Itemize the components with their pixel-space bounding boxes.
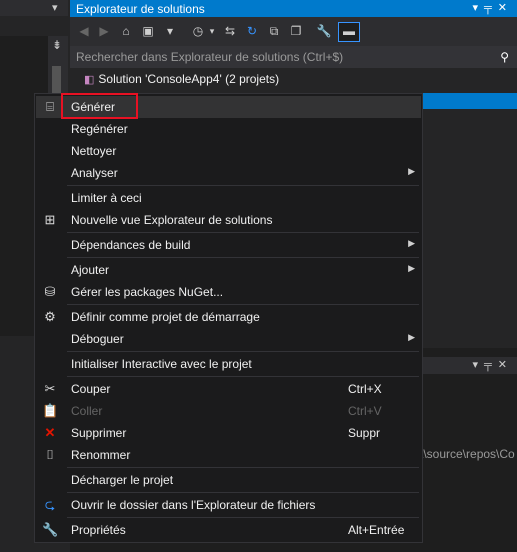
menu-item-shortcut: Ctrl+V [348, 404, 382, 418]
solution-label: Solution 'ConsoleApp4' (2 projets) [98, 72, 280, 86]
solution-explorer-title: Explorateur de solutions [76, 2, 205, 16]
dropdown-arrow-icon[interactable]: ▾ [162, 23, 178, 39]
rename-icon: ⌷ [46, 447, 54, 462]
close-icon[interactable]: ✕ [498, 2, 513, 14]
menu-item-shortcut: Alt+Entrée [348, 523, 405, 537]
menu-separator [67, 257, 419, 258]
solution-explorer-titlebar: Explorateur de solutions ▾╤✕ [70, 0, 517, 17]
menu-separator [67, 517, 419, 518]
menu-item-label: Regénérer [71, 122, 128, 136]
solution-node[interactable]: ◧ Solution 'ConsoleApp4' (2 projets) [84, 72, 279, 86]
menu-item-label: Renommer [71, 448, 131, 462]
wrench-icon: 🔧 [42, 522, 59, 537]
search-icon[interactable]: ⚲ [500, 50, 509, 64]
submenu-arrow-icon: ▶ [408, 166, 415, 176]
menu-item-nuget[interactable]: ⛁ Gérer les packages NuGet... [36, 281, 421, 303]
menu-item-coller: 📋 Coller Ctrl+V [36, 400, 421, 422]
menu-item-nettoyer[interactable]: Nettoyer [36, 140, 421, 162]
menu-item-label: Dépendances de build [71, 238, 191, 252]
collapse-all-icon[interactable]: ⧉ [266, 23, 282, 39]
menu-item-interactive[interactable]: Initialiser Interactive avec le projet [36, 353, 421, 375]
paste-icon: 📋 [42, 403, 59, 418]
submenu-arrow-icon: ▶ [408, 332, 415, 342]
menu-item-label: Propriétés [71, 523, 126, 537]
menu-item-label: Initialiser Interactive avec le projet [71, 357, 252, 371]
menu-item-shortcut: Ctrl+X [348, 382, 382, 396]
nuget-icon: ⛁ [44, 284, 56, 299]
menu-item-label: Coller [71, 404, 103, 418]
menu-item-label: Gérer les packages NuGet... [71, 285, 224, 299]
menu-item-label: Nettoyer [71, 144, 117, 158]
split-icon[interactable]: ⇟ [52, 38, 62, 52]
menu-item-decharger[interactable]: Décharger le projet [36, 469, 421, 491]
delete-icon: ✕ [44, 425, 56, 440]
menu-item-nouvelle-vue[interactable]: ⊞ Nouvelle vue Explorateur de solutions [36, 209, 421, 231]
show-all-files-icon[interactable]: ❐ [288, 23, 304, 39]
menu-item-renommer[interactable]: ⌷ Renommer [36, 444, 421, 466]
menu-item-projet-demarrage[interactable]: ⚙ Définir comme projet de démarrage [36, 306, 421, 328]
menu-item-ajouter[interactable]: Ajouter ▶ [36, 259, 421, 281]
menu-item-deboguer[interactable]: Déboguer ▶ [36, 328, 421, 350]
properties-icon[interactable]: 🔧 [316, 23, 332, 39]
switch-views-icon[interactable]: ▣ [140, 23, 156, 39]
dropdown-arrow-icon[interactable]: ▾ [204, 23, 220, 39]
menu-item-label: Limiter à ceci [71, 191, 142, 205]
context-menu: ⌸ Générer Regénérer Nettoyer Analyser ▶ … [34, 93, 423, 543]
menu-separator [67, 492, 419, 493]
gear-icon: ⚙ [44, 309, 56, 324]
menu-item-label: Analyser [71, 166, 118, 180]
pin-icon[interactable]: ╤ [484, 359, 498, 371]
menu-item-label: Ajouter [71, 263, 110, 277]
sync-icon[interactable]: ⇆ [222, 23, 238, 39]
highlight-annotation-box [61, 93, 138, 119]
pin-icon[interactable]: ╤ [484, 2, 498, 14]
menu-item-supprimer[interactable]: ✕ Supprimer Suppr [36, 422, 421, 444]
close-icon[interactable]: ✕ [498, 359, 513, 371]
menu-item-label: Déboguer [71, 332, 124, 346]
menu-separator [67, 467, 419, 468]
window-position-icon[interactable]: ▾ [472, 359, 484, 371]
menu-item-limiter[interactable]: Limiter à ceci [36, 187, 421, 209]
submenu-arrow-icon: ▶ [408, 238, 415, 248]
path-text: t\source\repos\Co [420, 447, 515, 461]
menu-separator [67, 185, 419, 186]
back-icon[interactable]: ◀ [76, 23, 92, 39]
menu-item-label: Supprimer [71, 426, 127, 440]
menu-item-label: Décharger le projet [71, 473, 174, 487]
menu-item-regenerer[interactable]: Regénérer [36, 118, 421, 140]
solution-explorer-toolbar: ◀ ▶ ⌂ ▣ ▾ ◷ ▾ ⇆ ↻ ⧉ ❐ 🔧 ▬ [70, 17, 517, 46]
window-position-icon[interactable]: ▾ [472, 2, 484, 14]
menu-separator [67, 232, 419, 233]
menu-item-dependances[interactable]: Dépendances de build ▶ [36, 234, 421, 256]
cut-icon: ✂ [44, 381, 56, 396]
submenu-arrow-icon: ▶ [408, 263, 415, 273]
menu-separator [67, 304, 419, 305]
menu-item-label: Définir comme projet de démarrage [71, 310, 260, 324]
menu-item-label: Nouvelle vue Explorateur de solutions [71, 213, 273, 227]
build-icon: ⌸ [46, 99, 54, 114]
menu-item-ouvrir-dossier[interactable]: ⮎ Ouvrir le dossier dans l'Explorateur d… [36, 494, 421, 516]
menu-item-label: Couper [71, 382, 111, 396]
home-icon[interactable]: ⌂ [118, 23, 134, 39]
search-input[interactable]: Rechercher dans Explorateur de solutions… [76, 50, 343, 64]
menu-separator [67, 376, 419, 377]
left-panel-header: ▾ [0, 0, 68, 16]
new-view-icon: ⊞ [44, 212, 56, 227]
menu-item-shortcut: Suppr [348, 426, 381, 440]
solution-explorer-search[interactable]: Rechercher dans Explorateur de solutions… [70, 46, 517, 68]
dropdown-arrow-icon[interactable]: ▾ [52, 1, 58, 14]
menu-separator [67, 351, 419, 352]
menu-item-proprietes[interactable]: 🔧 Propriétés Alt+Entrée [36, 519, 421, 541]
open-folder-icon: ⮎ [44, 497, 56, 512]
solution-icon: ◧ [84, 74, 95, 86]
menu-item-label: Ouvrir le dossier dans l'Explorateur de … [71, 498, 316, 512]
menu-item-analyser[interactable]: Analyser ▶ [36, 162, 421, 184]
forward-icon[interactable]: ▶ [96, 23, 112, 39]
preview-selected-icon[interactable]: ▬ [338, 22, 360, 42]
menu-item-couper[interactable]: ✂ Couper Ctrl+X [36, 378, 421, 400]
refresh-icon[interactable]: ↻ [244, 23, 260, 39]
